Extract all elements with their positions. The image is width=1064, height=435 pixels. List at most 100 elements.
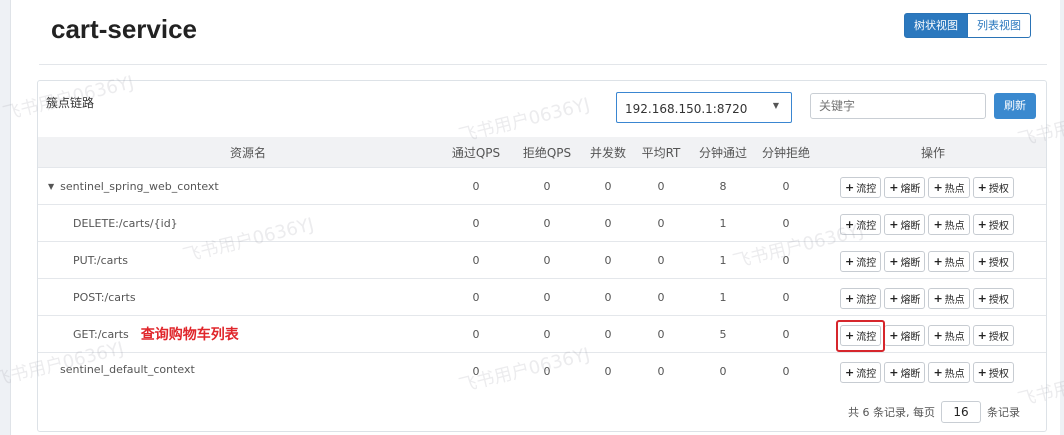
page: cart-service 树状视图 列表视图 簇点链路 192.168.150.… <box>0 0 1064 435</box>
degrade-button[interactable]: + 熔断 <box>884 288 926 309</box>
plus-icon: + <box>933 329 943 342</box>
block-qps: 0 <box>543 328 551 341</box>
resource-table: 资源名 通过QPS 拒绝QPS 并发数 平均RT 分钟通过 分钟拒绝 操作 ▼ … <box>38 137 1046 389</box>
block-qps: 0 <box>543 217 551 230</box>
row-actions: + 流控 + 熔断 + 热点 + 授权 <box>840 288 1014 309</box>
row-actions: + 流控 + 熔断 + 热点 + 授权 <box>840 251 1014 272</box>
collapse-triangle-icon[interactable]: ▼ <box>48 182 54 191</box>
column-header: 操作 <box>920 145 945 160</box>
pass-qps: 0 <box>472 217 480 230</box>
degrade-label: 熔断 <box>900 258 921 269</box>
machine-select[interactable]: 192.168.150.1:8720 ▼ <box>616 92 792 123</box>
authority-button[interactable]: + 授权 <box>972 325 1014 346</box>
divider <box>39 64 1047 65</box>
page-title: cart-service <box>51 14 197 44</box>
pagination: 共 6 条记录, 每页 16 条记录 <box>848 401 1020 423</box>
plus-icon: + <box>889 255 899 268</box>
authority-button[interactable]: + 授权 <box>972 288 1014 309</box>
degrade-label: 熔断 <box>900 221 921 232</box>
table-row: DELETE:/carts/{id} 0 0 0 0 1 0 + 流控 + 熔断 +… <box>38 204 1046 241</box>
plus-icon: + <box>845 292 855 305</box>
hot-param-button[interactable]: + 热点 <box>928 362 970 383</box>
minute-pass: 8 <box>719 180 727 193</box>
hot-param-button[interactable]: + 热点 <box>928 288 970 309</box>
block-qps: 0 <box>543 254 551 267</box>
machine-select-value: 192.168.150.1:8720 <box>625 102 748 116</box>
plus-icon: + <box>977 218 987 231</box>
degrade-button[interactable]: + 熔断 <box>884 325 926 346</box>
plus-icon: + <box>889 181 899 194</box>
minute-pass: 1 <box>719 291 727 304</box>
authority-button[interactable]: + 授权 <box>972 177 1014 198</box>
threads: 0 <box>604 291 612 304</box>
pagination-prefix: 共 6 条记录, 每页 <box>848 406 935 419</box>
flow-label: 流控 <box>856 258 877 269</box>
degrade-button[interactable]: + 熔断 <box>884 177 926 198</box>
auth-label: 授权 <box>988 258 1009 269</box>
refresh-button[interactable]: 刷新 <box>994 93 1036 119</box>
minute-pass: 5 <box>719 328 727 341</box>
resource-name: sentinel_default_context <box>60 363 195 376</box>
resource-name-cell: ▼ sentinel_spring_web_context <box>38 168 458 204</box>
flow-control-button[interactable]: + 流控 <box>840 362 882 383</box>
table-row: GET:/carts 查询购物车列表 0 0 0 0 5 0 + 流控 + 熔断 +… <box>38 315 1046 352</box>
flow-control-button[interactable]: + 流控 <box>840 251 882 272</box>
plus-icon: + <box>933 292 943 305</box>
resource-panel: 簇点链路 192.168.150.1:8720 ▼ 刷新 资源名 通过QPS 拒… <box>37 80 1047 432</box>
resource-name: DELETE:/carts/{id} <box>73 216 178 230</box>
hot-param-button[interactable]: + 热点 <box>928 177 970 198</box>
list-view-button[interactable]: 列表视图 <box>968 13 1031 38</box>
flow-control-button[interactable]: + 流控 <box>840 177 882 198</box>
table-row: POST:/carts 0 0 0 0 1 0 + 流控 + 熔断 + 热点 + 授权 <box>38 278 1046 315</box>
degrade-button[interactable]: + 熔断 <box>884 251 926 272</box>
avg-rt: 0 <box>657 217 665 230</box>
authority-button[interactable]: + 授权 <box>972 362 1014 383</box>
table-row: PUT:/carts 0 0 0 0 1 0 + 流控 + 熔断 + 热点 + 授权 <box>38 241 1046 278</box>
hot-label: 热点 <box>944 184 965 195</box>
degrade-button[interactable]: + 熔断 <box>884 362 926 383</box>
threads: 0 <box>604 328 612 341</box>
avg-rt: 0 <box>657 291 665 304</box>
pass-qps: 0 <box>472 365 480 378</box>
auth-label: 授权 <box>988 221 1009 232</box>
plus-icon: + <box>977 181 987 194</box>
flow-label: 流控 <box>856 221 877 232</box>
avg-rt: 0 <box>657 365 665 378</box>
degrade-label: 熔断 <box>900 295 921 306</box>
tree-view-button[interactable]: 树状视图 <box>904 13 968 38</box>
column-header: 并发数 <box>589 145 626 160</box>
hot-param-button[interactable]: + 热点 <box>928 251 970 272</box>
plus-icon: + <box>933 366 943 379</box>
plus-icon: + <box>933 181 943 194</box>
authority-button[interactable]: + 授权 <box>972 251 1014 272</box>
plus-icon: + <box>889 218 899 231</box>
resource-name: sentinel_spring_web_context <box>60 179 219 193</box>
flow-control-button[interactable]: + 流控 <box>840 288 882 309</box>
search-input[interactable] <box>810 93 986 119</box>
plus-icon: + <box>933 255 943 268</box>
minute-block: 0 <box>782 328 790 341</box>
hot-label: 热点 <box>944 369 965 380</box>
column-header: 分钟通过 <box>698 145 747 160</box>
hot-param-button[interactable]: + 热点 <box>928 214 970 235</box>
threads: 0 <box>604 217 612 230</box>
pagination-suffix: 条记录 <box>987 406 1020 419</box>
hot-label: 热点 <box>944 258 965 269</box>
threads: 0 <box>604 254 612 267</box>
minute-block: 0 <box>782 180 790 193</box>
authority-button[interactable]: + 授权 <box>972 214 1014 235</box>
chevron-down-icon: ▼ <box>772 101 779 110</box>
plus-icon: + <box>889 366 899 379</box>
minute-block: 0 <box>782 365 790 378</box>
hot-param-button[interactable]: + 热点 <box>928 325 970 346</box>
plus-icon: + <box>845 218 855 231</box>
resource-name: POST:/carts <box>73 290 136 304</box>
flow-control-button[interactable]: + 流控 <box>840 214 882 235</box>
auth-label: 授权 <box>988 295 1009 306</box>
degrade-button[interactable]: + 熔断 <box>884 214 926 235</box>
column-header: 资源名 <box>229 145 266 160</box>
pass-qps: 0 <box>472 254 480 267</box>
avg-rt: 0 <box>657 328 665 341</box>
pass-qps: 0 <box>472 180 480 193</box>
page-size-input[interactable]: 16 <box>941 401 981 423</box>
